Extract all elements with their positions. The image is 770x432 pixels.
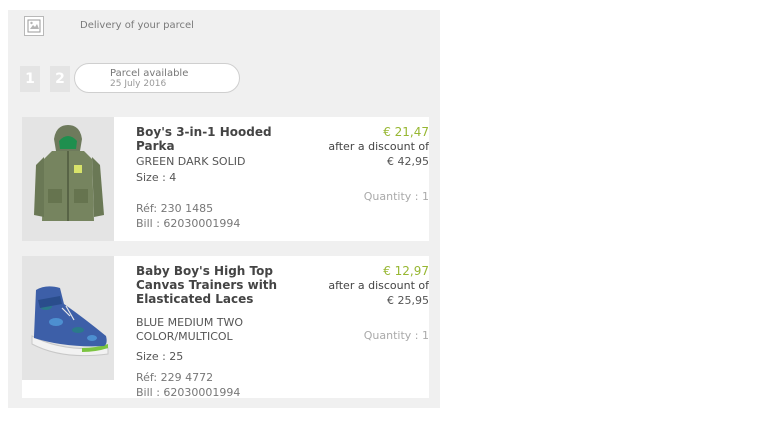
product-image[interactable]	[22, 256, 114, 380]
original-price: € 25,95	[387, 294, 429, 307]
delivery-panel: Delivery of your parcel 1 2 Parcel avail…	[8, 10, 440, 408]
product-name[interactable]: Baby Boy's High Top Canvas Trainers with…	[136, 264, 286, 306]
status-date: 25 July 2016	[110, 79, 167, 89]
sneaker-image	[22, 256, 114, 380]
step-1: 1	[20, 66, 40, 92]
status-pill: Parcel available 25 July 2016	[74, 63, 240, 93]
product-size: Size : 4	[136, 171, 177, 184]
product-price: € 21,47	[383, 125, 429, 139]
original-price: € 42,95	[387, 155, 429, 168]
discount-label: after a discount of	[328, 279, 429, 292]
product-quantity: Quantity : 1	[363, 329, 429, 342]
product-quantity: Quantity : 1	[363, 190, 429, 203]
product-reference: Réf: 229 4772	[136, 371, 214, 384]
product-name[interactable]: Boy's 3-in-1 Hooded Parka	[136, 125, 286, 153]
product-card: Boy's 3-in-1 Hooded Parka GREEN DARK SOL…	[22, 117, 429, 241]
product-card: Baby Boy's High Top Canvas Trainers with…	[22, 256, 429, 398]
product-image[interactable]	[22, 117, 114, 241]
bill-number: Bill : 62030001994	[136, 386, 241, 398]
product-price: € 12,97	[383, 264, 429, 278]
bill-number: Bill : 62030001994	[136, 217, 241, 230]
status-label: Parcel available	[110, 68, 189, 79]
product-size: Size : 25	[136, 350, 184, 363]
discount-label: after a discount of	[328, 140, 429, 153]
page-title: Delivery of your parcel	[80, 20, 194, 31]
parka-jacket-image	[22, 117, 114, 241]
product-color: BLUE MEDIUM TWO COLOR/MULTICOL	[136, 316, 244, 343]
step-2: 2	[50, 66, 70, 92]
product-reference: Réf: 230 1485	[136, 202, 214, 215]
broken-image-icon	[24, 16, 44, 36]
product-color: GREEN DARK SOLID	[136, 155, 246, 168]
